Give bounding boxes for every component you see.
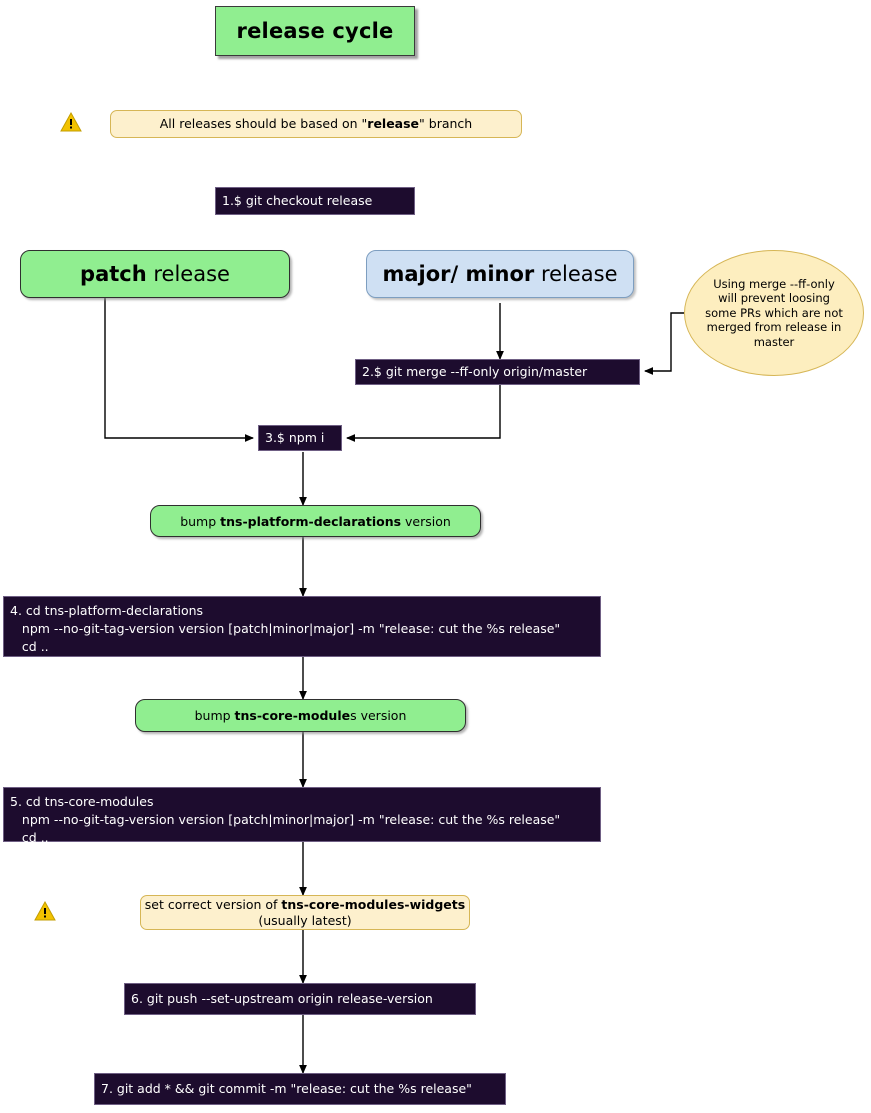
command-step-6: 6. git push --set-upstream origin releas… bbox=[124, 983, 476, 1015]
bump-core-bold: tns-core-module bbox=[234, 708, 351, 723]
widgets-line2: (usually latest) bbox=[258, 912, 352, 928]
command-step-5: 5. cd tns-core-modules npm --no-git-tag-… bbox=[3, 787, 601, 845]
bump-decl-bold: tns-platform-declarations bbox=[220, 513, 402, 529]
note-text-before: All releases should be based on " bbox=[159, 116, 368, 132]
patch-release-bold: patch bbox=[80, 262, 147, 286]
node-patch-release: patch release bbox=[20, 250, 290, 298]
note-release-branch-text: All releases should be based on "release… bbox=[160, 116, 472, 132]
node-major-minor-release: major/ minor release bbox=[366, 250, 634, 298]
patch-release-rest: release bbox=[146, 262, 230, 286]
flowchart-canvas: release cycle All releases should be bas… bbox=[0, 0, 871, 1113]
note-text-after: " branch bbox=[419, 116, 473, 132]
patch-release-label: patch release bbox=[80, 262, 230, 286]
diagram-title: release cycle bbox=[215, 6, 415, 56]
command-step-7: 7. git add * && git commit -m "release: … bbox=[94, 1073, 506, 1105]
major-minor-rest: release bbox=[534, 262, 618, 286]
bump-core-modules-label: bump tns-core-modules version bbox=[195, 708, 407, 723]
bump-core-before: bump bbox=[194, 708, 235, 723]
note-widgets-version: set correct version of tns-core-modules-… bbox=[140, 895, 470, 930]
bump-decl-after: version bbox=[401, 513, 451, 529]
warning-triangle-icon bbox=[60, 111, 82, 132]
command-step-3: 3.$ npm i bbox=[258, 425, 342, 451]
note-release-branch: All releases should be based on "release… bbox=[110, 110, 522, 138]
node-bump-tns-core-modules: bump tns-core-modules version bbox=[135, 699, 466, 732]
connector-lines bbox=[104, 297, 684, 1074]
command-step-2: 2.$ git merge --ff-only origin/master bbox=[355, 359, 640, 385]
bump-declarations-label: bump tns-platform-declarations version bbox=[180, 514, 451, 529]
bump-core-after: s version bbox=[350, 708, 407, 723]
note-widgets-text: set correct version of tns-core-modules-… bbox=[145, 897, 465, 928]
note-text-bold: release bbox=[367, 116, 420, 132]
bump-decl-before: bump bbox=[180, 513, 221, 529]
node-bump-tns-platform-declarations: bump tns-platform-declarations version bbox=[150, 505, 481, 537]
command-step-4: 4. cd tns-platform-declarations npm --no… bbox=[3, 596, 601, 657]
major-minor-release-label: major/ minor release bbox=[382, 262, 617, 286]
widgets-line1-bold: tns-core-modules-widgets bbox=[281, 896, 466, 912]
major-minor-bold: major/ minor bbox=[382, 262, 535, 286]
command-step-1: 1.$ git checkout release bbox=[215, 187, 415, 215]
widgets-line1-before: set correct version of bbox=[144, 896, 282, 912]
note-ff-only-ellipse: Using merge --ff-only will prevent loosi… bbox=[684, 250, 864, 376]
warning-triangle-icon-2 bbox=[34, 900, 56, 921]
